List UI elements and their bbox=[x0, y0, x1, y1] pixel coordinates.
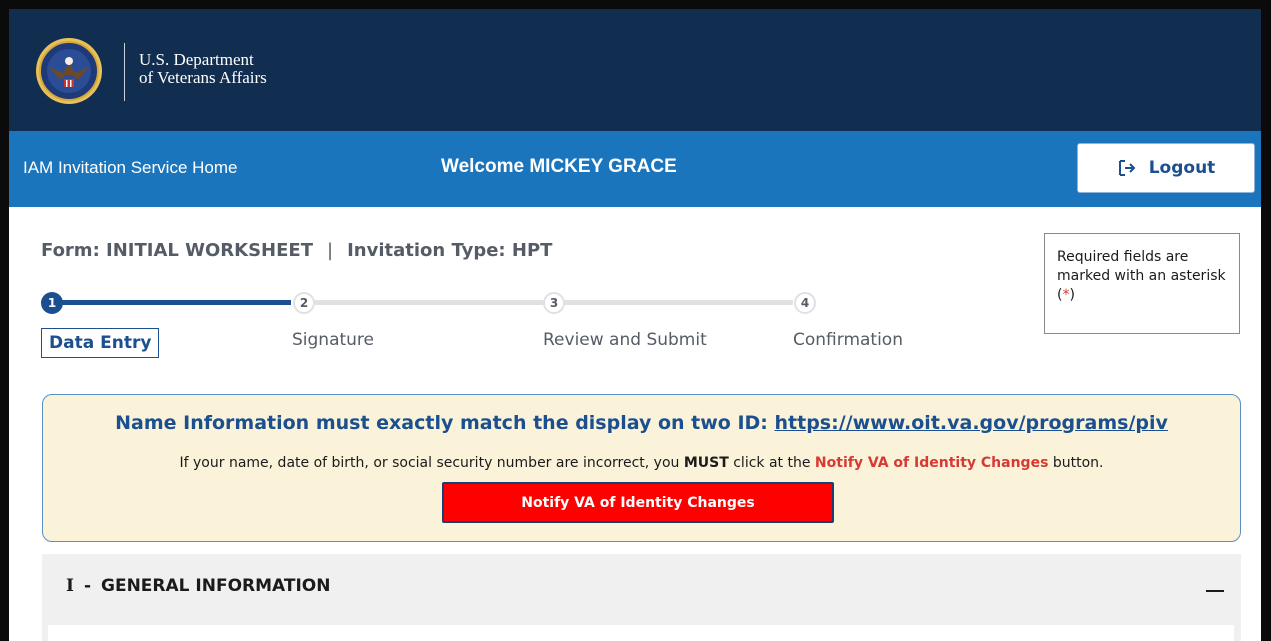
step-number-2: 2 bbox=[293, 292, 315, 314]
required-note-close: ) bbox=[1069, 287, 1075, 303]
alert-body: If your name, date of birth, or social s… bbox=[43, 455, 1240, 471]
section-numeral: I bbox=[66, 576, 74, 596]
invitation-type: Invitation Type: HPT bbox=[347, 240, 553, 261]
notify-identity-changes-button[interactable]: Notify VA of Identity Changes bbox=[442, 482, 834, 523]
section-content bbox=[48, 625, 1234, 641]
agency-name-line1: U.S. Department bbox=[139, 50, 254, 69]
form-header: Form: INITIAL WORKSHEET | Invitation Type:… bbox=[41, 240, 552, 261]
step-label-confirmation: Confirmation bbox=[793, 330, 903, 350]
welcome-message: Welcome MICKEY GRACE bbox=[441, 156, 677, 177]
piv-link[interactable]: https://www.oit.va.gov/programs/piv bbox=[775, 412, 1168, 434]
page-frame: U.S. Department of Veterans Affairs IAM … bbox=[0, 0, 1271, 641]
step-number-4: 4 bbox=[794, 292, 816, 314]
section-dash: - bbox=[83, 576, 92, 596]
va-seal-logo bbox=[36, 38, 102, 104]
step-label-data-entry: Data Entry bbox=[41, 328, 160, 358]
alert-heading: Name Information must exactly match the … bbox=[43, 412, 1240, 434]
step-number-1: 1 bbox=[41, 292, 63, 314]
step-segment-1 bbox=[61, 300, 291, 305]
form-title-separator: | bbox=[327, 240, 334, 261]
alert-body-button-ref: Notify VA of Identity Changes bbox=[814, 455, 1049, 471]
step-label-review-submit: Review and Submit bbox=[543, 330, 707, 350]
home-link[interactable]: IAM Invitation Service Home bbox=[23, 158, 237, 178]
identity-alert: Name Information must exactly match the … bbox=[42, 394, 1241, 542]
brand-divider bbox=[124, 43, 125, 101]
va-header: U.S. Department of Veterans Affairs bbox=[9, 9, 1261, 131]
logout-button[interactable]: Logout bbox=[1077, 143, 1255, 193]
alert-heading-text: Name Information must exactly match the … bbox=[115, 412, 775, 434]
alert-body-middle: click at the bbox=[728, 455, 815, 471]
required-note-text: Required fields are marked with an aster… bbox=[1057, 249, 1226, 303]
form-title: Form: INITIAL WORKSHEET bbox=[41, 240, 313, 261]
step-segment-2 bbox=[313, 300, 543, 305]
step-segment-3 bbox=[563, 300, 793, 305]
section-heading: I - GENERAL INFORMATION bbox=[66, 576, 330, 596]
alert-body-must: MUST bbox=[683, 455, 729, 471]
agency-name: U.S. Department of Veterans Affairs bbox=[139, 51, 267, 87]
navbar: IAM Invitation Service Home Welcome MICK… bbox=[9, 131, 1261, 207]
logout-label: Logout bbox=[1148, 158, 1216, 178]
step-label-signature: Signature bbox=[292, 330, 375, 350]
general-information-section[interactable]: I - GENERAL INFORMATION bbox=[42, 554, 1241, 641]
agency-name-line2: of Veterans Affairs bbox=[139, 68, 267, 87]
section-title: GENERAL INFORMATION bbox=[101, 576, 331, 596]
step-number-3: 3 bbox=[543, 292, 565, 314]
alert-body-prefix: If your name, date of birth, or social s… bbox=[179, 455, 684, 471]
logout-icon bbox=[1118, 160, 1136, 176]
collapse-icon[interactable] bbox=[1206, 590, 1224, 592]
required-fields-note: Required fields are marked with an aster… bbox=[1044, 233, 1240, 334]
alert-body-suffix: button. bbox=[1048, 455, 1104, 471]
